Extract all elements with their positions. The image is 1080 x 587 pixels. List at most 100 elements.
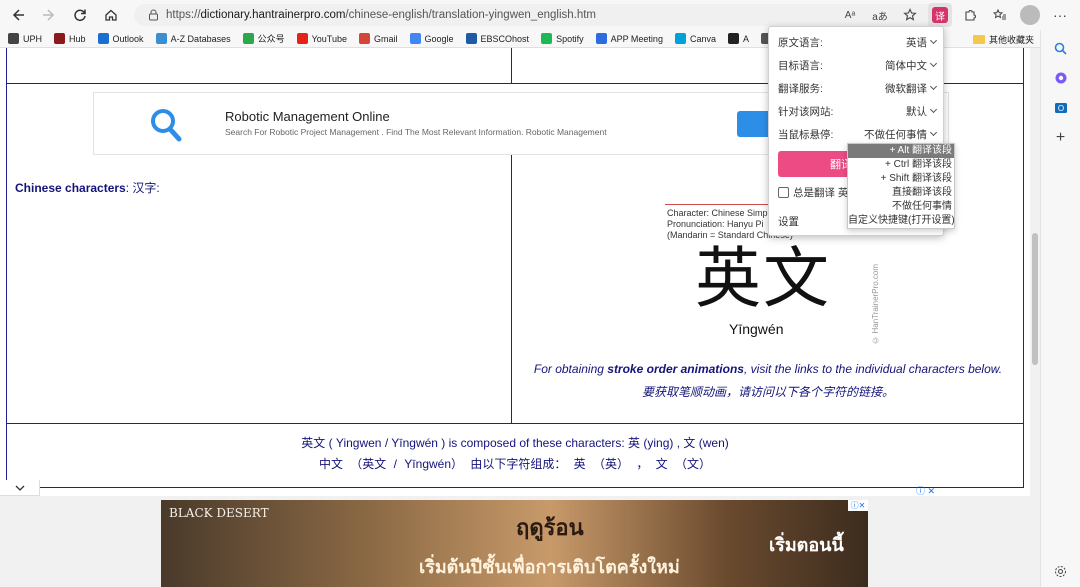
- bookmark-item[interactable]: A-Z Databases: [155, 33, 231, 44]
- chinese-characters-value: : 汉字:: [125, 181, 160, 195]
- bookmark-item[interactable]: 公众号: [242, 32, 285, 45]
- bookmark-label: Outlook: [112, 33, 144, 44]
- url-text[interactable]: https://dictionary.hantrainerpro.com/chi…: [166, 9, 596, 21]
- bookmark-favicon-icon: [8, 33, 19, 44]
- reload-button[interactable]: [67, 2, 93, 28]
- search-icon[interactable]: [1051, 38, 1071, 58]
- avatar: [1020, 5, 1040, 25]
- bookmark-item[interactable]: Hub: [54, 33, 86, 44]
- lock-icon[interactable]: [142, 9, 164, 21]
- folder-icon: [972, 34, 985, 44]
- dropdown-option[interactable]: + Alt 翻译该段: [848, 144, 954, 158]
- setting-value: 微软翻译: [885, 82, 927, 95]
- setting-select[interactable]: 不做任何事情: [864, 127, 938, 142]
- bookmark-item[interactable]: Spotify: [541, 33, 584, 44]
- read-aloud-icon[interactable]: Aᵃ: [838, 3, 862, 27]
- chevron-down-icon: [929, 105, 938, 114]
- setting-select[interactable]: 微软翻译: [885, 81, 938, 96]
- always-translate-checkbox[interactable]: [778, 187, 789, 198]
- forward-button[interactable]: [36, 2, 62, 28]
- favorite-star-icon[interactable]: [898, 3, 922, 27]
- bookmark-favicon-icon: [242, 33, 254, 44]
- chevron-down-icon: [929, 59, 938, 68]
- card-pinyin: Yīngwén: [729, 321, 784, 337]
- chevron-down-icon: [929, 128, 938, 137]
- settings-link[interactable]: 设置: [778, 214, 799, 229]
- banner-logo: BLACK DESERT: [169, 506, 269, 520]
- dropdown-option[interactable]: + Ctrl 翻译该段: [848, 158, 954, 172]
- composition-text[interactable]: 英文 ( Yingwen / Yīngwén ) is composed of …: [6, 434, 1024, 451]
- arrow-right-icon: [43, 9, 55, 21]
- bookmark-item[interactable]: EBSCOhost: [465, 33, 529, 44]
- sidebar-settings-icon[interactable]: [1051, 561, 1071, 581]
- profile-avatar[interactable]: [1018, 3, 1042, 27]
- setting-select[interactable]: 英语: [906, 35, 938, 50]
- bookmark-item[interactable]: Google: [409, 33, 454, 44]
- always-translate-option[interactable]: 总是翻译 英: [778, 185, 848, 200]
- svg-text:O: O: [1057, 104, 1063, 113]
- bookmark-item[interactable]: YouTube: [296, 33, 347, 44]
- setting-select[interactable]: 默认: [906, 104, 938, 119]
- other-favorites-folder[interactable]: 其他收藏夹: [972, 30, 1034, 47]
- translator-extension-button[interactable]: 译: [928, 3, 952, 27]
- translator-setting-row[interactable]: 当鼠标悬停: 不做任何事情: [778, 127, 938, 142]
- dropdown-option[interactable]: 不做任何事情: [848, 200, 954, 214]
- more-menu-icon[interactable]: ···: [1048, 3, 1072, 27]
- hover-action-dropdown: + Alt 翻译该段 + Ctrl 翻译该段 + Shift 翻译该段 直接翻译该段不…: [847, 143, 955, 229]
- ad-title[interactable]: Robotic Management Online: [225, 109, 390, 124]
- bookmark-item[interactable]: APP Meeting: [595, 33, 663, 44]
- bookmark-label: Hub: [69, 33, 86, 44]
- magnifier-icon: [151, 109, 182, 142]
- dropdown-option[interactable]: 直接翻译该段: [848, 186, 954, 200]
- card-chinese-characters: 英文: [695, 240, 831, 317]
- dropdown-option[interactable]: 自定义快捷键(打开设置): [848, 214, 955, 228]
- bookmark-label: UPH: [23, 33, 43, 44]
- setting-label: 原文语言:: [778, 36, 823, 49]
- extension-icons: Aᵃ aあ 译 ···: [838, 3, 1072, 27]
- setting-label: 目标语言:: [778, 59, 823, 72]
- setting-select[interactable]: 简体中文: [885, 58, 938, 73]
- translate-page-icon[interactable]: aあ: [868, 3, 892, 27]
- adchoices-icon[interactable]: ⓘ ✕: [916, 484, 935, 497]
- bookmark-favicon-icon: [296, 33, 308, 44]
- setting-value: 默认: [906, 105, 927, 118]
- add-sidebar-icon[interactable]: +: [1051, 128, 1071, 148]
- collapse-ad-button[interactable]: [0, 480, 40, 496]
- banner-close-icon[interactable]: ⓘ✕: [848, 500, 868, 511]
- bookmark-favicon-icon: [465, 33, 477, 44]
- setting-label: 翻译服务:: [778, 82, 823, 95]
- scrollbar-thumb[interactable]: [1032, 233, 1038, 365]
- page-scrollbar[interactable]: [1030, 48, 1040, 587]
- bookmark-item[interactable]: A: [727, 33, 749, 44]
- setting-label: 针对该网站:: [778, 105, 834, 118]
- setting-value: 简体中文: [885, 59, 927, 72]
- bookmark-item[interactable]: Outlook: [97, 33, 144, 44]
- chevron-down-icon: [15, 485, 24, 491]
- translator-setting-row[interactable]: 目标语言: 简体中文: [778, 58, 938, 73]
- translator-setting-row[interactable]: 翻译服务: 微软翻译: [778, 81, 938, 96]
- dropdown-option[interactable]: + Shift 翻译该段: [848, 172, 954, 186]
- bookmark-item[interactable]: Gmail: [358, 33, 398, 44]
- bookmark-favicon-icon: [97, 33, 109, 44]
- shopping-icon[interactable]: [1051, 68, 1071, 88]
- arrow-left-icon: [12, 9, 24, 21]
- banner-cta[interactable]: เริ่มตอนนี้: [769, 530, 844, 559]
- home-button[interactable]: [98, 2, 124, 28]
- setting-value: 不做任何事情: [864, 128, 927, 141]
- stroke-note-pre: For obtaining: [533, 362, 608, 376]
- bookmark-item[interactable]: UPH: [8, 33, 42, 44]
- url-path: /chinese-english/translation-yingwen_eng…: [345, 9, 597, 21]
- bookmark-favicon-icon: [727, 33, 739, 44]
- translator-extension-icon: 译: [932, 7, 948, 23]
- outlook-icon[interactable]: O: [1051, 98, 1071, 118]
- ad-banner-bottom[interactable]: BLACK DESERT ฤดูร้อน เริ่มต้นปีชั้นเพื่อ…: [161, 500, 868, 587]
- translator-setting-row[interactable]: 原文语言: 英语: [778, 35, 938, 50]
- bookmark-item[interactable]: Canva: [674, 33, 716, 44]
- edge-sidebar: O +: [1040, 30, 1080, 587]
- back-button[interactable]: [5, 2, 31, 28]
- address-bar[interactable]: https://dictionary.hantrainerpro.com/chi…: [134, 4, 946, 26]
- extensions-puzzle-icon[interactable]: [958, 3, 982, 27]
- translator-setting-row[interactable]: 针对该网站: 默认: [778, 104, 938, 119]
- composition-text-zh[interactable]: 中文 （英文 / Yīngwén） 由以下字符组成： 英 （英） ， 文 （文）: [6, 455, 1024, 472]
- favorites-icon[interactable]: [988, 3, 1012, 27]
